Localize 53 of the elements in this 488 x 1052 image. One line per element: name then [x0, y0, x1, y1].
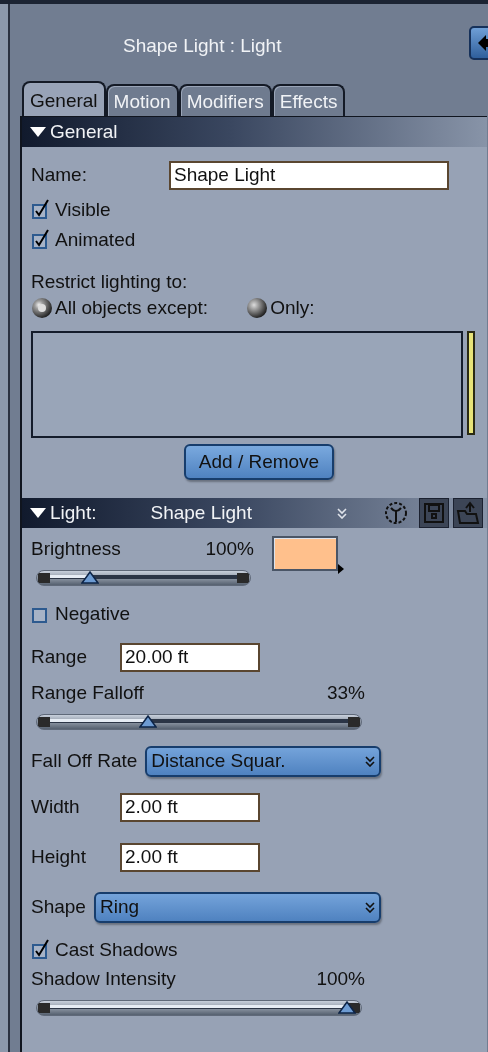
slider-thumb[interactable]	[138, 715, 157, 728]
text-field[interactable]: 20.00 ft	[120, 642, 260, 672]
section-label: Restrict lighting to:	[31, 271, 188, 293]
disclosure-triangle-icon[interactable]	[30, 507, 46, 519]
slider-thumb[interactable]	[80, 571, 99, 584]
window-title: Shape Light : Light	[123, 35, 282, 57]
dropdown[interactable]: Distance Squar.	[145, 745, 381, 777]
text-field[interactable]: 2.00 ft	[120, 792, 260, 822]
checkbox-label: Negative	[55, 603, 130, 625]
name-field[interactable]: Shape Light	[168, 160, 449, 190]
chevron-icon	[365, 901, 375, 913]
slider-label: Brightness	[31, 538, 121, 561]
light-bulb-icon[interactable]	[383, 500, 409, 526]
dropdown[interactable]: Ring	[93, 891, 381, 923]
slider-track[interactable]	[36, 714, 362, 730]
object-list[interactable]	[31, 331, 463, 438]
field-label: Name:	[31, 164, 87, 186]
tab[interactable]: Modifiers	[178, 84, 272, 116]
slider-value: 100%	[316, 968, 365, 991]
slider-value: 33%	[326, 682, 365, 705]
chevron-icon	[365, 755, 375, 767]
chevron-icon[interactable]	[337, 507, 347, 519]
tab[interactable]: Motion	[105, 84, 179, 116]
field-label: Range	[31, 646, 88, 668]
tab[interactable]: Effects	[271, 84, 346, 116]
scrollbar[interactable]	[467, 331, 475, 435]
radio-button[interactable]	[246, 297, 269, 319]
color-swatch[interactable]	[272, 536, 338, 571]
field-label: Fall Off Rate	[31, 750, 138, 772]
slider-label: Shadow Intensity	[31, 968, 176, 991]
slider-label: Range Falloff	[31, 682, 144, 705]
checkbox-label: Visible	[55, 199, 111, 221]
tab[interactable]: General	[22, 81, 106, 116]
slider-track[interactable]	[36, 570, 251, 586]
light-name: Shape Light	[150, 502, 252, 524]
section-title: Light:	[50, 502, 97, 524]
field-label: Shape	[31, 896, 86, 918]
slider-track[interactable]	[36, 1000, 362, 1016]
slider-value: 100%	[205, 538, 254, 561]
section-title: General	[50, 121, 118, 143]
folder-upload-icon	[456, 501, 480, 525]
radio-button[interactable]	[31, 297, 53, 319]
radio-label: All objects except:	[55, 297, 209, 319]
caret-icon[interactable]	[338, 564, 344, 574]
disclosure-triangle-icon[interactable]	[30, 126, 46, 138]
field-label: Height	[31, 846, 87, 868]
field-label: Width	[31, 796, 81, 818]
radio-label: Only:	[270, 297, 315, 319]
add-remove-button[interactable]: Add / Remove	[184, 444, 334, 480]
slider-thumb[interactable]	[337, 1001, 356, 1014]
checkbox-label: Animated	[55, 229, 136, 251]
text-field[interactable]: 2.00 ft	[120, 842, 260, 872]
checkbox-label: Cast Shadows	[55, 939, 178, 961]
